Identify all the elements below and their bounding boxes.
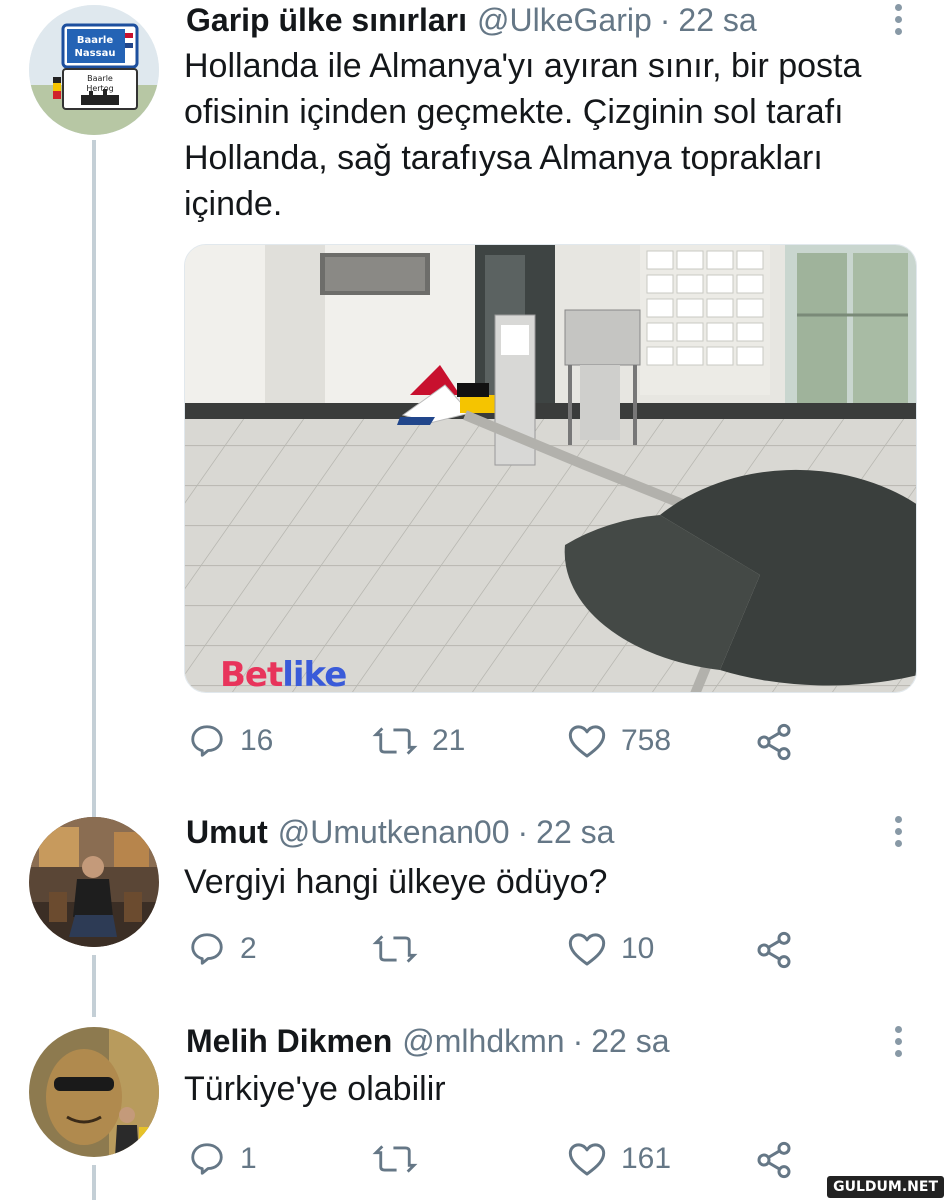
more-options-icon[interactable] xyxy=(892,816,904,847)
tweet-header: Garip ülke sınırları @UlkeGarip · 22 sa xyxy=(186,2,757,39)
avatar-photo xyxy=(29,817,159,947)
share-button[interactable] xyxy=(754,722,794,762)
heart-icon xyxy=(568,933,606,966)
tweet-text: Vergiyi hangi ülkeye ödüyo? xyxy=(184,863,608,901)
tweet-text-line: içinde. xyxy=(184,185,283,223)
like-button[interactable]: 10 xyxy=(567,930,654,968)
retweet-button[interactable]: 21 xyxy=(372,722,465,760)
share-icon xyxy=(757,931,791,969)
tweet-header: Umut @Umutkenan00 · 22 sa xyxy=(186,814,614,851)
avatar-sign-bottom-1: Baarle xyxy=(87,74,113,83)
like-count: 10 xyxy=(621,932,655,965)
more-options-icon[interactable] xyxy=(892,4,904,35)
reply-button[interactable]: 16 xyxy=(188,722,273,760)
heart-icon xyxy=(568,1143,606,1176)
site-watermark: GULDUM.NET xyxy=(827,1176,944,1198)
like-button[interactable]: 758 xyxy=(567,722,671,760)
watermark-part-1: Bet xyxy=(220,655,283,695)
tweet-text-line: ofisinin içinden geçmekte. Çizginin sol … xyxy=(184,93,844,131)
avatar-sign-top-1: Baarle xyxy=(77,35,113,46)
avatar[interactable] xyxy=(29,817,159,947)
retweet-icon xyxy=(372,727,418,755)
retweet-button[interactable] xyxy=(372,930,432,968)
like-count: 161 xyxy=(621,1142,672,1175)
avatar-photo xyxy=(29,1027,159,1157)
share-icon xyxy=(757,723,791,761)
reply-button[interactable]: 2 xyxy=(188,930,257,968)
separator: · xyxy=(572,1023,584,1059)
reply-count: 2 xyxy=(240,932,257,965)
timestamp[interactable]: 22 sa xyxy=(536,814,614,851)
separator: · xyxy=(659,2,671,38)
user-handle[interactable]: @Umutkenan00 xyxy=(278,814,510,851)
retweet-count: 21 xyxy=(432,724,466,757)
user-handle[interactable]: @mlhdkmn xyxy=(402,1023,564,1060)
avatar[interactable] xyxy=(29,1027,159,1157)
tweet-text-line: Hollanda ile Almanya'yı ayıran sınır, bi… xyxy=(184,47,862,85)
reply-icon xyxy=(191,1143,223,1175)
reply-count: 16 xyxy=(240,724,274,757)
media-watermark: Betlike xyxy=(220,655,347,695)
reply-count: 1 xyxy=(240,1142,257,1175)
display-name[interactable]: Umut xyxy=(186,814,268,851)
retweet-icon xyxy=(372,935,418,963)
share-icon xyxy=(757,1141,791,1179)
avatar-sign-top-2: Nassau xyxy=(75,48,116,59)
tweet-media-image[interactable] xyxy=(184,244,917,693)
like-count: 758 xyxy=(621,724,672,757)
post-office-border-photo xyxy=(185,245,916,692)
thread-line-2 xyxy=(92,955,96,1017)
timestamp[interactable]: 22 sa xyxy=(591,1023,669,1060)
tweet-header: Melih Dikmen @mlhdkmn · 22 sa xyxy=(186,1023,670,1060)
tweet-text-line: Hollanda, sağ tarafıysa Almanya toprakla… xyxy=(184,139,823,177)
retweet-button[interactable] xyxy=(372,1140,432,1178)
thread-line-3 xyxy=(92,1165,96,1200)
reply-icon xyxy=(191,933,223,965)
heart-icon xyxy=(568,725,606,758)
more-options-icon[interactable] xyxy=(892,1026,904,1057)
tweet-text: Hollanda ile Almanya'yı ayıran sınır, bi… xyxy=(184,43,914,227)
user-handle[interactable]: @UlkeGarip xyxy=(477,2,652,39)
thread-line-1 xyxy=(92,140,96,820)
watermark-part-2: like xyxy=(282,655,347,695)
reply-icon xyxy=(191,725,223,757)
share-button[interactable] xyxy=(754,1140,794,1180)
like-button[interactable]: 161 xyxy=(567,1140,671,1178)
avatar[interactable]: Baarle Nassau Baarle Hertog xyxy=(29,5,159,135)
timestamp[interactable]: 22 sa xyxy=(678,2,756,39)
display-name[interactable]: Garip ülke sınırları xyxy=(186,2,467,39)
reply-button[interactable]: 1 xyxy=(188,1140,257,1178)
avatar-sign-image: Baarle Nassau Baarle Hertog xyxy=(29,5,159,135)
tweet-text: Türkiye'ye olabilir xyxy=(184,1070,446,1108)
display-name[interactable]: Melih Dikmen xyxy=(186,1023,392,1060)
retweet-icon xyxy=(372,1145,418,1173)
share-button[interactable] xyxy=(754,930,794,970)
separator: · xyxy=(517,814,529,850)
